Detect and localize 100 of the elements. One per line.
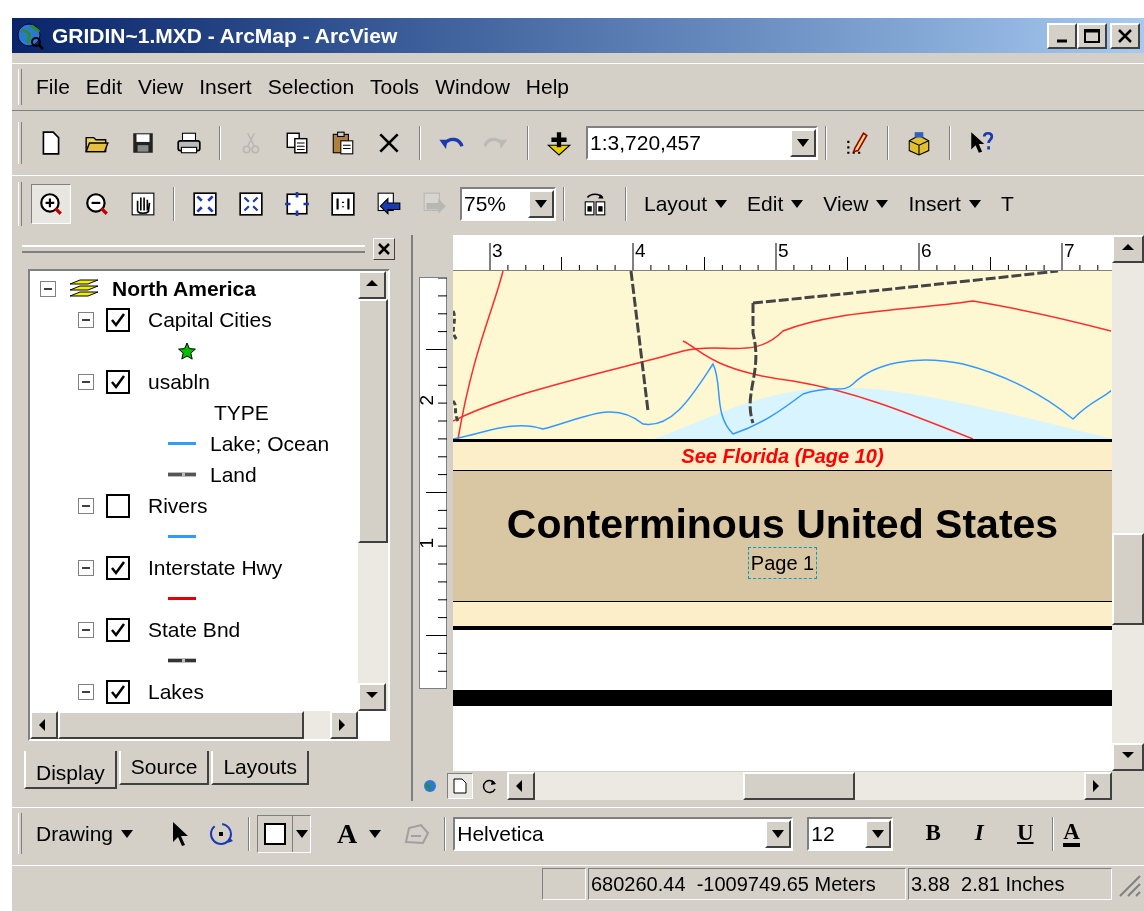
check-icon: [110, 683, 126, 700]
close-button[interactable]: [373, 238, 395, 260]
dropdown-button[interactable]: [790, 129, 816, 157]
zoom-in-icon: [38, 190, 64, 217]
layer-checkbox[interactable]: [106, 493, 130, 518]
scroll-up-button[interactable]: [1112, 235, 1144, 263]
combo-box[interactable]: 1:3,720,457: [586, 126, 818, 160]
layer-label[interactable]: State Bnd: [148, 613, 241, 646]
drawing-menu[interactable]: Drawing: [28, 816, 142, 851]
menu-item[interactable]: File: [28, 71, 78, 103]
horizontal-scrollbar[interactable]: [30, 711, 358, 739]
layer-label[interactable]: Lakes: [148, 675, 205, 708]
collapse-toggle[interactable]: [78, 683, 94, 700]
vertical-scrollbar[interactable]: [1112, 235, 1144, 771]
pencil-icon: [844, 130, 870, 156]
maximize-button[interactable]: [1077, 22, 1107, 49]
toolbar-menu[interactable]: Layout: [634, 186, 738, 221]
menu-item[interactable]: Window: [427, 71, 518, 103]
italic-button[interactable]: I: [959, 813, 1000, 854]
layer-group-label[interactable]: North America: [112, 272, 256, 305]
status-text: 680260.44 -1009749.65 Meters: [588, 867, 906, 900]
scrollbar-thumb[interactable]: [1112, 533, 1144, 625]
caret-icon: [797, 139, 809, 147]
horizontal-scrollbar[interactable]: [507, 772, 1112, 800]
combo-box[interactable]: 12: [807, 816, 894, 851]
scrollbar-thumb[interactable]: [58, 711, 304, 739]
layer-label[interactable]: usabln: [148, 365, 210, 398]
text-tool-button[interactable]: A: [337, 814, 382, 853]
layer-checkbox[interactable]: [106, 617, 130, 642]
layer-checkbox[interactable]: [106, 555, 130, 580]
dropdown-button[interactable]: [765, 819, 792, 848]
underline-button[interactable]: U: [1005, 813, 1046, 854]
minimize-icon: [1057, 38, 1067, 43]
caret-icon: [876, 199, 889, 208]
dropdown-button[interactable]: [865, 819, 892, 848]
panel-tab[interactable]: Source: [118, 751, 210, 785]
toolbar-menu[interactable]: T: [990, 186, 1024, 221]
menu-item[interactable]: Edit: [77, 71, 131, 103]
collapse-toggle[interactable]: [78, 559, 94, 576]
caret-icon: [872, 829, 885, 838]
caret-icon: [772, 829, 785, 838]
caret-icon: [715, 199, 728, 208]
rectangle-tool-button[interactable]: [257, 814, 312, 853]
collapse-toggle[interactable]: [78, 497, 94, 514]
collapse-toggle[interactable]: [78, 311, 94, 328]
rotate-icon: [208, 820, 235, 847]
font-color-button[interactable]: A: [1061, 813, 1082, 854]
dropdown-button[interactable]: [528, 189, 554, 218]
scroll-left-button[interactable]: [30, 711, 58, 739]
check-icon: [110, 373, 126, 390]
legend-heading: TYPE: [214, 399, 269, 426]
caret-icon: [295, 829, 308, 838]
zoom-in-button[interactable]: [31, 183, 71, 224]
layout-view-button[interactable]: [447, 773, 473, 799]
collapse-toggle[interactable]: [78, 373, 94, 390]
window-title: GRIDIN~1.MXD - ArcMap - ArcView: [52, 22, 399, 49]
legend-label: Land: [210, 461, 257, 488]
layer-checkbox[interactable]: [106, 679, 130, 704]
pages-icon: [284, 130, 310, 156]
ruler-number: 2: [415, 394, 439, 406]
caret-icon: [535, 199, 547, 208]
page-label[interactable]: Page 1: [748, 547, 817, 578]
panel-grip[interactable]: [22, 245, 365, 253]
scroll-left-button[interactable]: [507, 772, 535, 800]
menu-item[interactable]: View: [130, 71, 192, 103]
layer-checkbox[interactable]: [106, 307, 130, 332]
help-cursor-icon: [968, 130, 994, 156]
caret-icon: [121, 829, 134, 838]
scrollbar-thumb[interactable]: [743, 772, 855, 800]
menu-item[interactable]: Selection: [259, 71, 363, 103]
scroll-down-button[interactable]: [1112, 743, 1144, 771]
combo-box[interactable]: Helvetica: [453, 816, 794, 851]
scroll-up-button[interactable]: [358, 271, 386, 299]
close-icon: [377, 242, 391, 256]
panel-tab[interactable]: Layouts: [211, 751, 309, 785]
scroll-right-button[interactable]: [1084, 772, 1112, 800]
scrollbar-thumb[interactable]: [358, 299, 388, 543]
layer-label[interactable]: Rivers: [148, 489, 208, 522]
panel-tab[interactable]: Display: [24, 751, 117, 789]
printer-icon: [176, 130, 202, 156]
combo-box[interactable]: 75%: [460, 186, 556, 221]
menu-item[interactable]: Help: [517, 71, 578, 103]
toolbar-menu[interactable]: View: [813, 186, 899, 221]
check-icon: [110, 559, 126, 576]
scroll-down-button[interactable]: [358, 683, 386, 711]
vertical-scrollbar[interactable]: [358, 271, 388, 711]
toolbar-menu[interactable]: Insert: [898, 186, 991, 221]
layer-label[interactable]: Interstate Hwy: [148, 551, 283, 584]
collapse-toggle[interactable]: [78, 621, 94, 638]
check-icon: [110, 311, 126, 328]
toolbar-menu[interactable]: Edit: [737, 186, 814, 221]
layer-label[interactable]: Capital Cities: [148, 303, 272, 336]
menu-item[interactable]: Insert: [191, 71, 260, 103]
menu-item[interactable]: Tools: [362, 71, 428, 103]
layer-checkbox[interactable]: [106, 369, 130, 394]
close-button[interactable]: [1110, 22, 1140, 49]
minimize-button[interactable]: [1047, 22, 1077, 49]
collapse-toggle[interactable]: [40, 280, 56, 297]
scroll-right-button[interactable]: [330, 711, 358, 739]
bold-button[interactable]: B: [913, 813, 954, 854]
